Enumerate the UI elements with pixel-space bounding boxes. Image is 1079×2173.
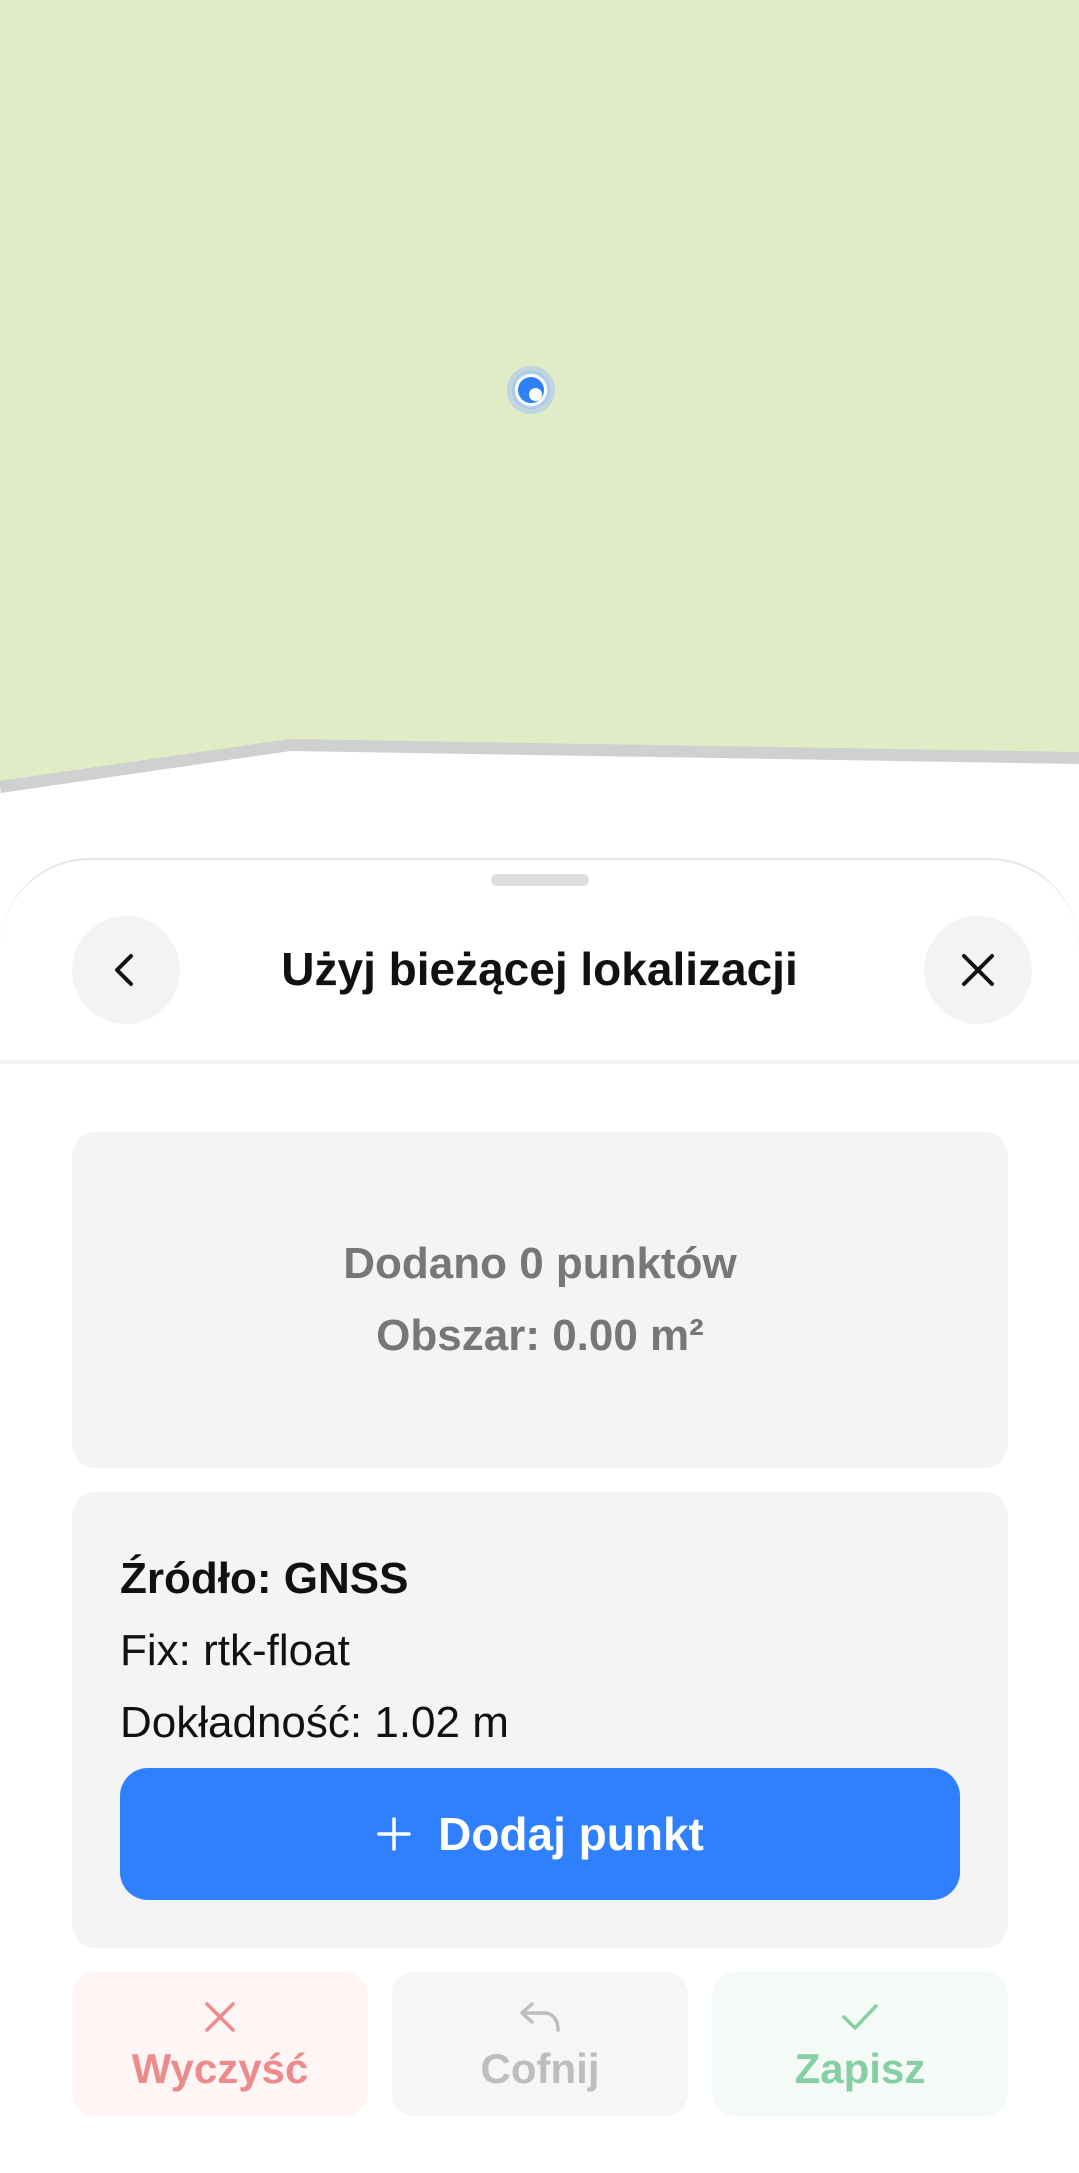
gnss-accuracy-text: Dokładność: 1.02 m <box>120 1698 509 1747</box>
map-canvas <box>0 0 1079 793</box>
clear-label: Wyczyść <box>131 2045 309 2092</box>
undo-label: Cofnij <box>480 2045 600 2092</box>
close-icon <box>962 954 994 986</box>
add-point-label: Dodaj punkt <box>438 1808 704 1860</box>
area-text: Obszar: 0.00 m² <box>376 1311 704 1360</box>
close-icon <box>205 2002 235 2032</box>
close-button[interactable] <box>924 916 1032 1024</box>
current-location-marker <box>503 362 559 418</box>
check-icon <box>842 2004 878 2030</box>
stats-card: Dodano 0 punktów Obszar: 0.00 m² <box>72 1132 1008 1468</box>
undo-button[interactable]: Cofnij <box>392 1972 688 2116</box>
chevron-left-icon <box>115 954 133 986</box>
undo-icon <box>520 2002 560 2032</box>
save-button[interactable]: Zapisz <box>712 1972 1008 2116</box>
points-count-text: Dodano 0 punktów <box>343 1239 737 1288</box>
gnss-card: Źródło: GNSS Fix: rtk-float Dokładność: … <box>72 1492 1008 1948</box>
plus-icon <box>377 1817 411 1851</box>
sheet-drag-handle[interactable] <box>491 874 589 886</box>
bottom-sheet: Użyj bieżącej lokalizacji Dodano 0 punkt… <box>0 858 1079 2173</box>
location-marker-core <box>515 374 547 406</box>
add-point-button[interactable]: Dodaj punkt <box>120 1768 960 1900</box>
header-divider <box>0 1060 1079 1064</box>
save-label: Zapisz <box>794 2045 926 2092</box>
gnss-source-text: Źródło: GNSS <box>120 1554 409 1603</box>
sheet-title: Użyj bieżącej lokalizacji <box>281 943 798 995</box>
gnss-fix-text: Fix: rtk-float <box>120 1626 350 1675</box>
map-view[interactable] <box>0 0 1079 900</box>
clear-button[interactable]: Wyczyść <box>72 1972 368 2116</box>
